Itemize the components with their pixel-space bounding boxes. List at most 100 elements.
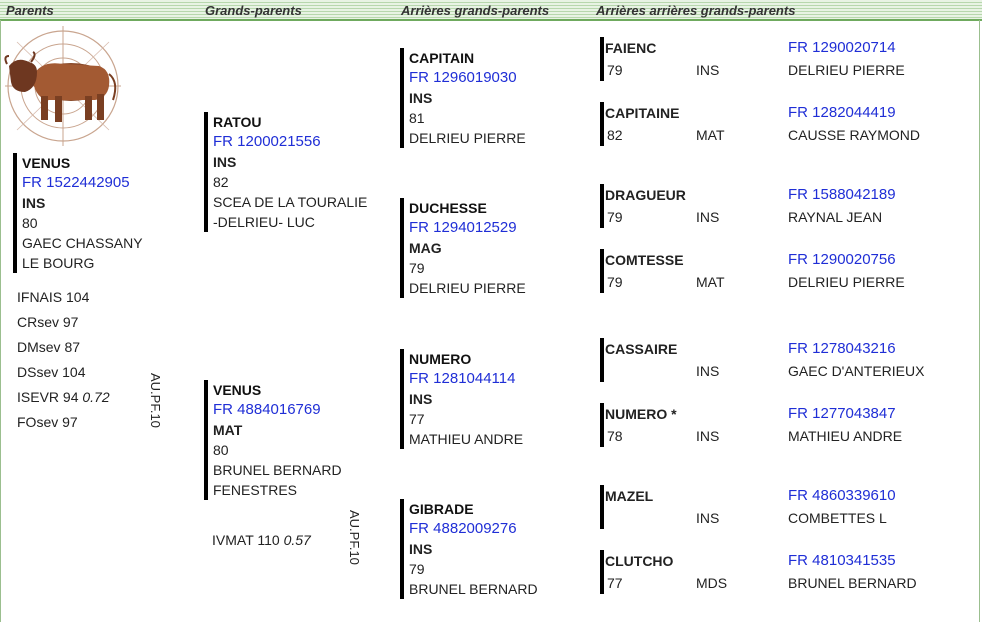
gg-name: CASSAIRE: [605, 341, 678, 357]
ggp-owner: BRUNEL BERNARD: [409, 581, 538, 597]
gg-year: 78: [607, 428, 623, 444]
gg-race: MDS: [696, 575, 728, 591]
ggp-year: 81: [409, 110, 425, 126]
ggp-race: INS: [409, 541, 433, 557]
gg-owner: DELRIEU PIERRE: [788, 274, 905, 290]
gg-race: INS: [696, 209, 720, 225]
ggp-reg: FR 1294012529: [409, 219, 517, 236]
ggp-owner: DELRIEU PIERRE: [409, 130, 526, 146]
ggp-year: 79: [409, 561, 425, 577]
gg-reg: FR 4810341535: [788, 552, 896, 569]
gg-owner: MATHIEU ANDRE: [788, 428, 903, 444]
ivmat-value: 0.57: [283, 532, 311, 548]
entry-bar: [600, 184, 604, 228]
ivmat-index: IVMAT 110 0.57: [212, 532, 311, 548]
index-ifnais: IFNAIS 104: [17, 289, 90, 305]
entry-bar: [600, 338, 604, 382]
frame-right-border: [979, 20, 980, 622]
gg-race: INS: [696, 428, 720, 444]
gg-reg: FR 1277043847: [788, 405, 896, 422]
grand-parent-owner2: FENESTRES: [213, 482, 298, 498]
animal-year: 80: [22, 215, 38, 231]
aupf-label-2: AU.PF.10: [347, 510, 362, 565]
entry-bar: [600, 102, 604, 146]
great-grand-parent-4: GIBRADE FR 4882009276 INS 79 BRUNEL BERN…: [400, 499, 538, 599]
great-grand-parent-3: NUMERO FR 1281044114 INS 77 MATHIEU ANDR…: [400, 349, 523, 449]
gg-reg: FR 1588042189: [788, 186, 896, 203]
gg-owner: CAUSSE RAYMOND: [788, 127, 920, 143]
index-isevr: ISEVR 94 0.72: [17, 385, 110, 410]
gg-name: MAZEL: [605, 488, 654, 504]
ggp-race: INS: [409, 90, 433, 106]
ggp-year: 79: [409, 260, 425, 276]
gg-year: 77: [607, 575, 623, 591]
index-dmsev: DMsev 87: [17, 339, 81, 355]
gg-race: INS: [696, 62, 720, 78]
gg-year: 82: [607, 127, 623, 143]
entry-bar: [600, 37, 604, 81]
index-crsev: CRsev 97: [17, 314, 79, 330]
great-grand-parent-2: DUCHESSE FR 1294012529 MAG 79 DELRIEU PI…: [400, 198, 526, 298]
ggp-race: INS: [409, 391, 433, 407]
animal-name: VENUS: [22, 155, 71, 171]
grand-parent-dam: VENUS FR 4884016769 MAT 80 BRUNEL BERNAR…: [204, 380, 342, 500]
gg-name: CAPITAINE: [605, 105, 680, 121]
animal-reg: FR 1522442905: [22, 174, 130, 191]
ggp-year: 77: [409, 411, 425, 427]
grand-parent-race: INS: [213, 154, 237, 170]
isevr-value: 0.72: [82, 389, 110, 405]
aupf-label-1: AU.PF.10: [148, 373, 163, 428]
ggp-owner: DELRIEU PIERRE: [409, 280, 526, 296]
gg-race: MAT: [696, 274, 725, 290]
ggp-name: NUMERO: [409, 351, 472, 367]
entry-bar: [600, 550, 604, 594]
entry-bar: [600, 249, 604, 293]
gg-owner: COMBETTES L: [788, 510, 887, 526]
animal-race: INS: [22, 195, 46, 211]
great-grand-parent-1: CAPITAIN FR 1296019030 INS 81 DELRIEU PI…: [400, 48, 526, 148]
grand-parent-owner1: BRUNEL BERNARD: [213, 462, 342, 478]
gg-year: 79: [607, 62, 623, 78]
gg-name: NUMERO *: [605, 406, 677, 422]
isevr-label: ISEVR 94: [17, 389, 79, 405]
ggp-reg: FR 4882009276: [409, 520, 517, 537]
gg-name: CLUTCHO: [605, 553, 674, 569]
gg-name: DRAGUEUR: [605, 187, 686, 203]
ggp-name: DUCHESSE: [409, 200, 487, 216]
gg-race: INS: [696, 363, 720, 379]
gg-year: 79: [607, 274, 623, 290]
gg-name: COMTESSE: [605, 252, 684, 268]
gg-race: MAT: [696, 127, 725, 143]
ggp-owner: MATHIEU ANDRE: [409, 431, 524, 447]
header-arrieres-arrieres: Arrières arrières grands-parents: [596, 3, 796, 18]
entry-bar: [600, 485, 604, 529]
grand-parent-reg: FR 4884016769: [213, 401, 321, 418]
gg-owner: GAEC D'ANTERIEUX: [788, 363, 925, 379]
gg-race: INS: [696, 510, 720, 526]
animal-owner1: GAEC CHASSANY: [22, 235, 143, 251]
grand-parent-year: 80: [213, 442, 229, 458]
gg-owner: RAYNAL JEAN: [788, 209, 883, 225]
ggp-reg: FR 1296019030: [409, 69, 517, 86]
bull-target-logo-icon: [4, 26, 121, 146]
header-arrieres: Arrières grands-parents: [401, 3, 550, 18]
gg-reg: FR 1290020714: [788, 39, 896, 56]
grand-parent-owner1: SCEA DE LA TOURALIE: [213, 194, 368, 210]
header-underline: [0, 19, 982, 21]
grand-parent-sire: RATOU FR 1200021556 INS 82 SCEA DE LA TO…: [204, 112, 367, 232]
grand-parent-owner2: -DELRIEU- LUC: [213, 214, 315, 230]
animal-entry: VENUS FR 1522442905 INS 80 GAEC CHASSANY…: [13, 153, 143, 273]
ggp-race: MAG: [409, 240, 442, 256]
ggp-name: GIBRADE: [409, 501, 474, 517]
gg-reg: FR 1290020756: [788, 251, 896, 268]
animal-owner2: LE BOURG: [22, 255, 95, 271]
ggp-reg: FR 1281044114: [409, 370, 516, 387]
grand-parent-race: MAT: [213, 422, 243, 438]
ivmat-label: IVMAT 110: [212, 532, 280, 548]
gg-owner: DELRIEU PIERRE: [788, 62, 905, 78]
grand-parent-year: 82: [213, 174, 229, 190]
grand-parent-name: RATOU: [213, 114, 262, 130]
ggp-name: CAPITAIN: [409, 50, 475, 66]
header-grands-parents: Grands-parents: [205, 3, 302, 18]
header-parents: Parents: [6, 3, 54, 18]
